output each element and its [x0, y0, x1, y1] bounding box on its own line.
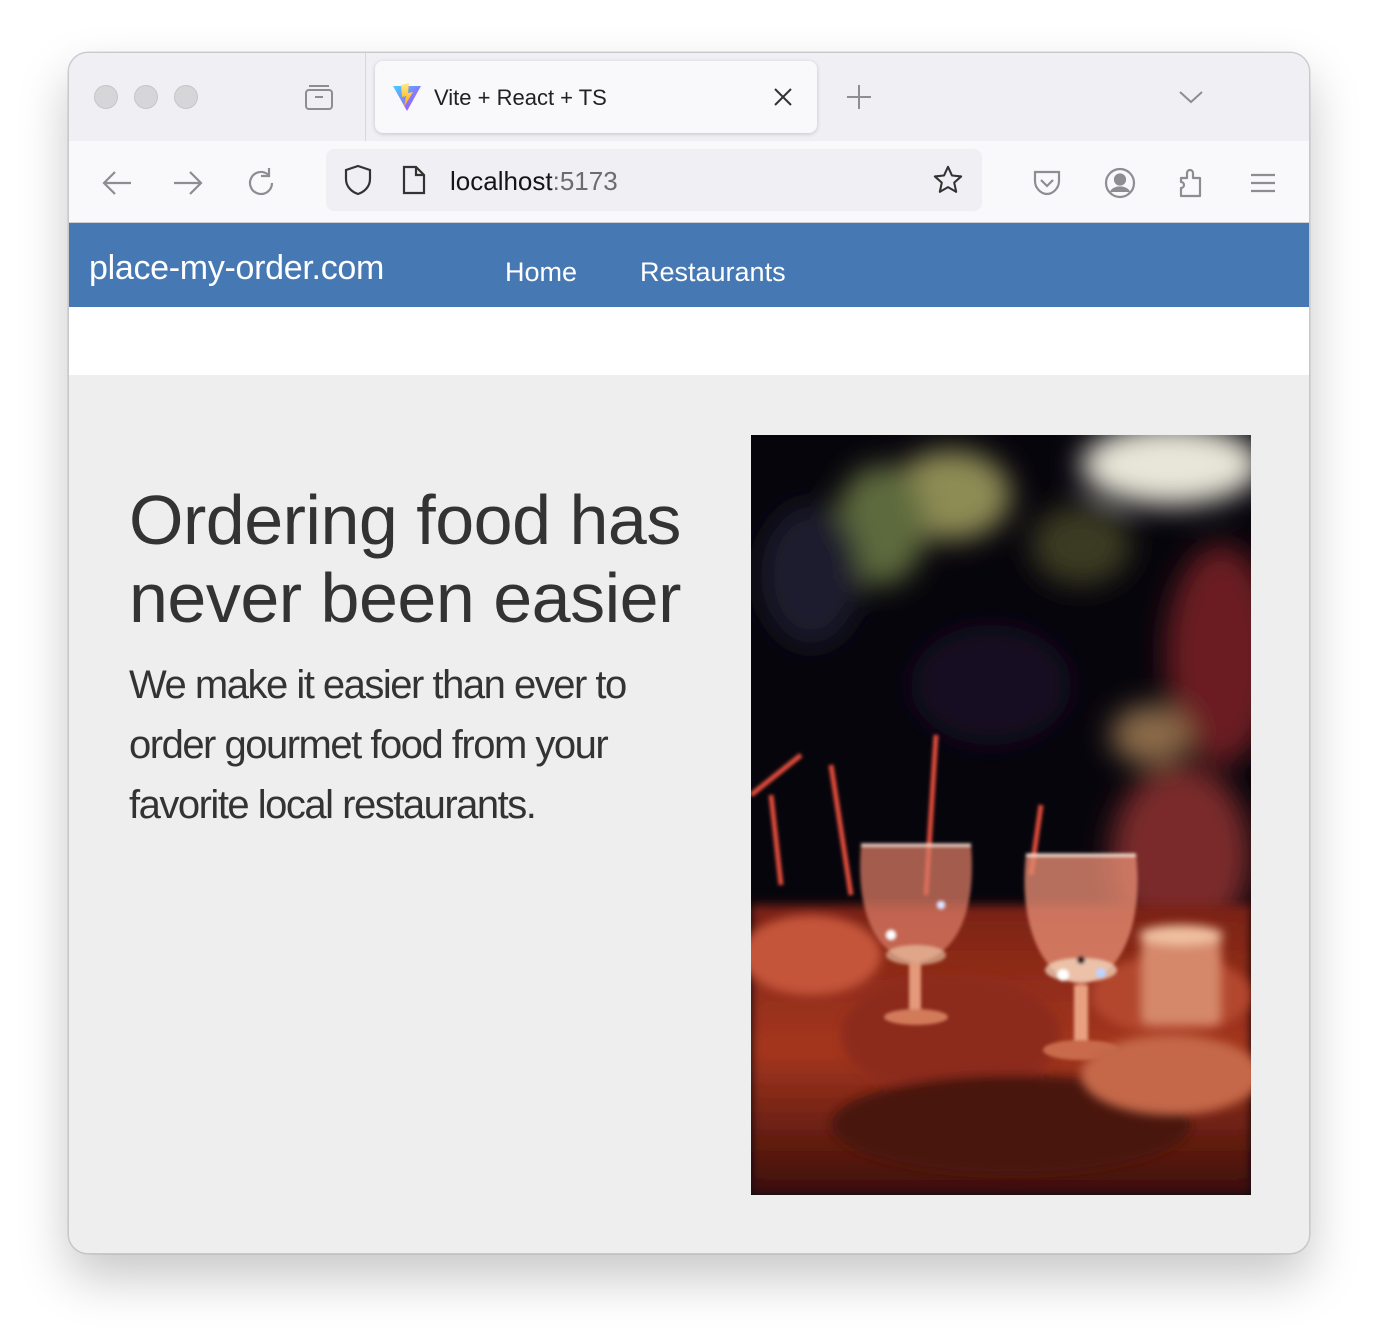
url-text[interactable]: localhost:5173 — [450, 166, 618, 197]
hero-image — [751, 435, 1251, 1195]
tab-overview-icon[interactable] — [303, 81, 335, 113]
hero-text: We make it easier than ever to order gou… — [129, 663, 627, 827]
reload-icon[interactable] — [243, 165, 279, 201]
nav-link-home[interactable]: Home — [505, 257, 577, 288]
pocket-icon[interactable] — [1029, 165, 1065, 201]
navigation-toolbar: localhost:5173 — [69, 141, 1309, 223]
account-icon[interactable] — [1102, 165, 1138, 201]
page-content: place-my-order.com Home Restaurants Orde… — [69, 223, 1309, 1253]
nav-link-restaurants[interactable]: Restaurants — [640, 257, 786, 288]
tab-strip: Vite + React + TS — [69, 53, 1309, 141]
url-port: :5173 — [552, 166, 618, 196]
close-tab-icon[interactable] — [767, 81, 799, 113]
tab-active[interactable]: Vite + React + TS — [375, 61, 817, 133]
extensions-icon[interactable] — [1174, 165, 1210, 201]
hero-title: Ordering food has never been easier — [129, 481, 681, 637]
forward-arrow-icon[interactable] — [170, 165, 206, 201]
zoom-window-button[interactable] — [174, 85, 198, 109]
url-host: localhost — [450, 166, 553, 196]
restaurant-glasses-photo — [751, 435, 1251, 1195]
star-icon[interactable] — [932, 164, 964, 196]
shield-icon[interactable] — [342, 164, 374, 196]
browser-window: Vite + React + TS localhost:5173 place-m… — [68, 52, 1310, 1254]
menu-icon[interactable] — [1245, 165, 1281, 201]
tab-strip-divider — [365, 53, 366, 141]
page-icon[interactable] — [398, 164, 430, 196]
minimize-window-button[interactable] — [134, 85, 158, 109]
back-arrow-icon[interactable] — [99, 165, 135, 201]
close-window-button[interactable] — [94, 85, 118, 109]
tab-title: Vite + React + TS — [434, 85, 607, 110]
site-brand[interactable]: place-my-order.com — [89, 249, 384, 288]
vite-logo-icon — [391, 81, 423, 113]
url-bar[interactable]: localhost:5173 — [326, 149, 982, 211]
header-spacer — [69, 307, 1309, 375]
site-navbar: place-my-order.com Home Restaurants — [69, 223, 1309, 307]
chevron-down-icon[interactable] — [1175, 81, 1207, 113]
new-tab-icon[interactable] — [843, 81, 875, 113]
